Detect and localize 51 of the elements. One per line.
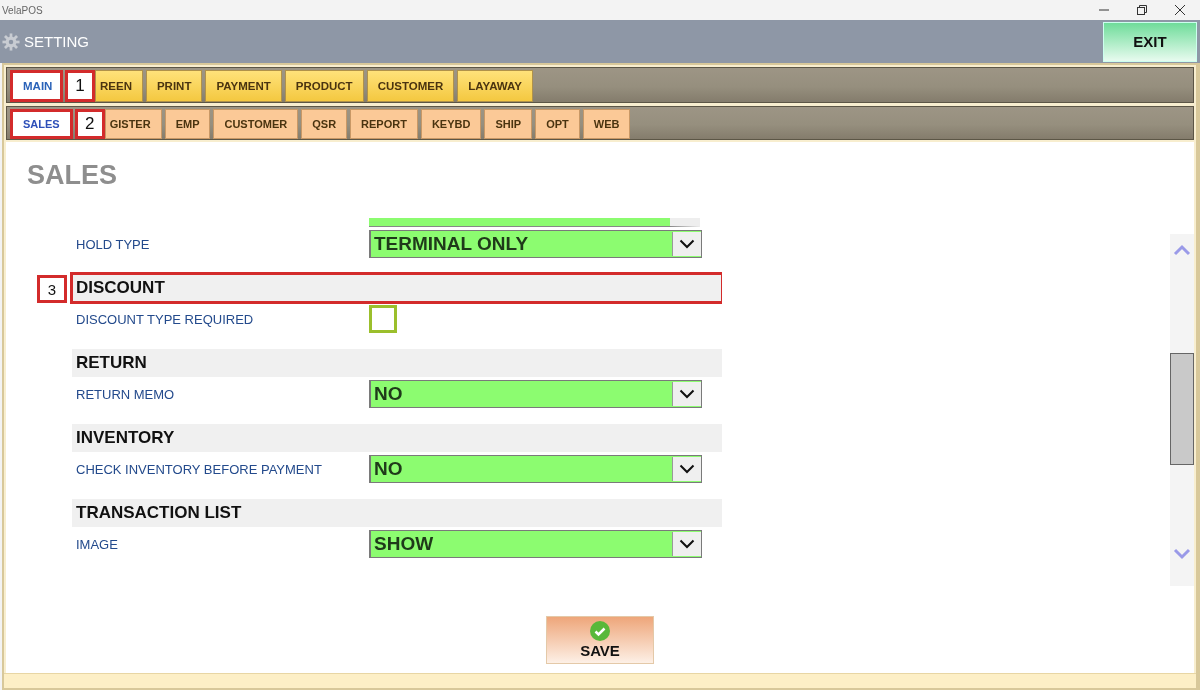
tab[interactable]: SHIP [484,109,533,139]
setting-label: RETURN MEMO [75,386,176,402]
tab[interactable]: SALES [10,109,73,139]
callout-number: 2 [74,109,105,139]
window-title: VelaPOS [2,4,43,16]
dropdown-field[interactable] [369,218,700,227]
tab[interactable]: MAIN [10,70,63,102]
exit-button[interactable]: EXIT [1103,21,1197,62]
tab[interactable]: REPORT [350,109,418,139]
checkbox[interactable] [369,305,397,333]
dropdown-field[interactable]: TERMINAL ONLY [369,230,702,258]
setting-label: IMAGE [75,536,119,552]
setting-label: DISCOUNT TYPE REQUIRED [75,311,255,327]
tab[interactable]: QSR [301,109,348,139]
chevron-down-icon [679,239,695,249]
tab[interactable]: OPT [535,109,580,139]
tab[interactable]: LAYAWAY [457,70,533,102]
dropdown-field[interactable]: NO [369,380,702,408]
save-button[interactable]: SAVE [546,616,654,664]
dropdown-field[interactable]: SHOW [369,530,702,558]
chevron-down-icon [679,539,695,549]
tab[interactable]: GISTER [104,109,162,139]
section-header: TRANSACTION LIST [72,499,722,527]
tab[interactable]: WEB [582,109,631,139]
close-icon[interactable] [1174,4,1186,16]
chevron-up-icon[interactable] [1172,244,1191,256]
restore-icon[interactable] [1136,4,1148,16]
tab[interactable]: PRINT [145,70,203,102]
section-header: INVENTORY [72,424,722,452]
callout-number: 3 [37,275,67,303]
section-header: DISCOUNT [72,274,722,302]
tab[interactable]: KEYBD [420,109,482,139]
tab[interactable]: CUSTOMER [366,70,455,102]
setting-label: HOLD TYPE [75,236,151,252]
chevron-down-icon[interactable] [1172,548,1191,560]
callout-number: 1 [65,70,95,102]
chevron-down-icon [679,389,695,399]
checkmark-icon [590,621,610,641]
scrollbar[interactable] [1169,234,1194,586]
tab[interactable]: PAYMENT [205,70,282,102]
tab[interactable]: REEN [95,70,143,102]
dropdown-field[interactable]: NO [369,455,702,483]
page-title: SALES [26,159,119,192]
chevron-down-icon [679,464,695,474]
tab[interactable]: CUSTOMER [213,109,299,139]
header-title: SETTING [24,33,90,50]
setting-label: CHECK INVENTORY BEFORE PAYMENT [75,461,323,477]
scrollbar-thumb[interactable] [1169,353,1194,465]
tab[interactable]: EMP [164,109,211,139]
section-header: RETURN [72,349,722,377]
tab[interactable]: PRODUCT [284,70,364,102]
